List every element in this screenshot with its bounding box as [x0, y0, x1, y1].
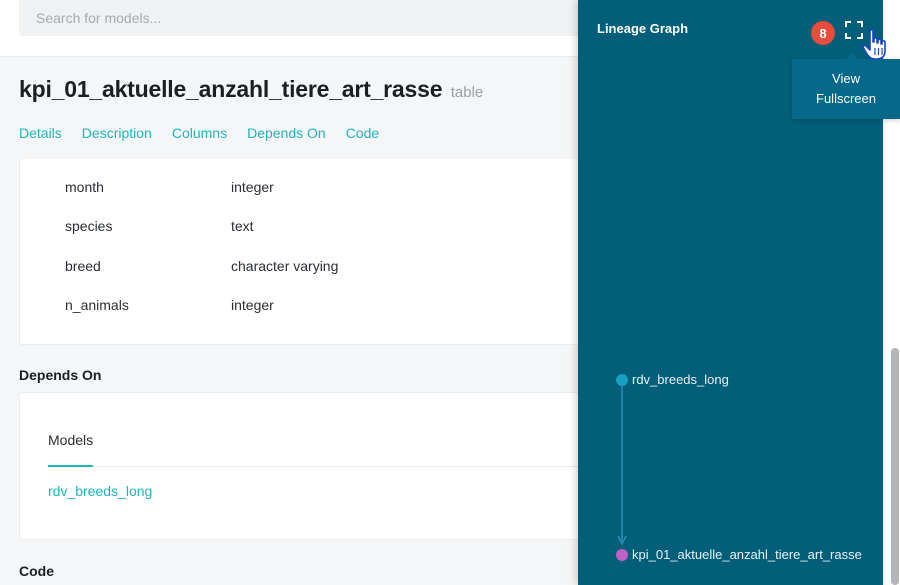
node-dot: [616, 373, 628, 386]
node-label: kpi_01_aktuelle_anzahl_tiere_art_rasse: [632, 547, 862, 562]
search-input[interactable]: [19, 0, 639, 36]
dependency-link[interactable]: rdv_breeds_long: [48, 483, 152, 499]
scrollbar-thumb[interactable]: [891, 348, 899, 585]
code-heading: Code: [19, 563, 54, 579]
hand-pointer-icon: [862, 29, 886, 60]
tab-columns[interactable]: Columns: [172, 125, 227, 141]
column-row: n_animals integer: [65, 297, 274, 313]
column-name: n_animals: [65, 297, 129, 313]
column-name: breed: [65, 258, 101, 274]
section-tabs: Details Description Columns Depends On C…: [19, 125, 379, 141]
lineage-graph-title: Lineage Graph: [597, 21, 689, 36]
tooltip-line: Fullscreen: [816, 91, 876, 106]
tab-details[interactable]: Details: [19, 125, 62, 141]
tab-models[interactable]: Models: [48, 432, 93, 448]
column-row: species text: [65, 218, 254, 234]
column-type: integer: [231, 179, 274, 195]
tab-divider: [48, 466, 620, 467]
column-row: month integer: [65, 179, 274, 195]
node-dot: [616, 548, 628, 561]
tab-description[interactable]: Description: [82, 125, 152, 141]
lineage-edge: [617, 384, 627, 546]
depends-on-heading: Depends On: [19, 367, 102, 383]
tooltip-line: View: [832, 71, 860, 86]
expand-icon[interactable]: [844, 20, 864, 40]
tab-depends-on[interactable]: Depends On: [247, 125, 326, 141]
model-type-label: table: [450, 84, 484, 101]
column-type: character varying: [231, 258, 339, 274]
column-name: month: [65, 179, 104, 195]
step-badge: 8: [811, 21, 835, 45]
column-row: breed character varying: [65, 258, 338, 274]
node-label: rdv_breeds_long: [632, 372, 729, 387]
depends-on-card: Models rdv_breeds_long: [19, 392, 620, 540]
active-tab-indicator: [48, 465, 93, 467]
columns-table: month integer species text breed charact…: [19, 159, 619, 345]
page-title-row: kpi_01_aktuelle_anzahl_tiere_art_rasse t…: [19, 76, 483, 103]
column-name: species: [65, 218, 113, 234]
column-type: integer: [231, 297, 274, 313]
lineage-node-source[interactable]: rdv_breeds_long: [616, 372, 729, 387]
tab-code[interactable]: Code: [346, 125, 379, 141]
page-title: kpi_01_aktuelle_anzahl_tiere_art_rasse: [19, 76, 443, 102]
lineage-node-current[interactable]: kpi_01_aktuelle_anzahl_tiere_art_rasse: [616, 547, 862, 562]
column-type: text: [231, 218, 254, 234]
fullscreen-tooltip: View Fullscreen: [792, 59, 900, 119]
